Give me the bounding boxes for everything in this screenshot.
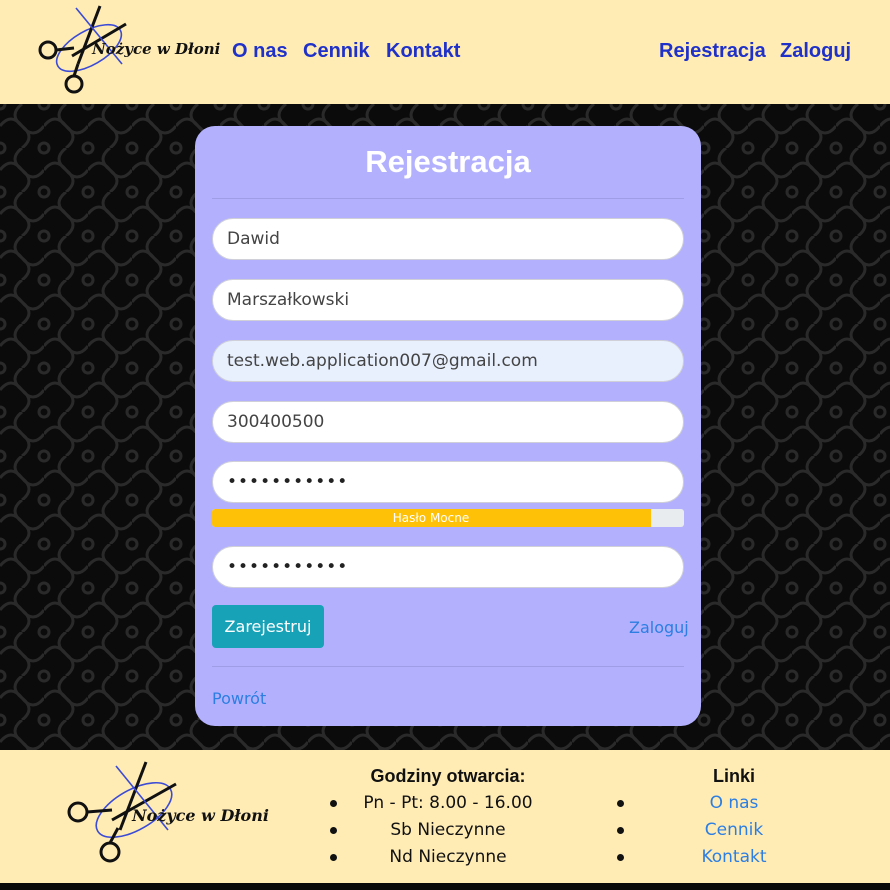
- nav-link-zaloguj[interactable]: Zaloguj: [780, 40, 851, 63]
- login-link[interactable]: Zaloguj: [629, 618, 689, 637]
- header-logo-text: Nożyce w Dłoni: [92, 40, 221, 58]
- footer-bottom-strip: [0, 883, 890, 890]
- footer-logo-text: Nożyce w Dłoni: [132, 806, 269, 825]
- links-heading: Linki: [712, 766, 755, 786]
- nav-link-kontakt[interactable]: Kontakt: [386, 40, 460, 63]
- footer-link-o-nas[interactable]: O nas: [684, 793, 784, 813]
- hours-item: Nd Nieczynne: [389, 847, 507, 867]
- form-title: Rejestracja: [365, 144, 531, 179]
- bullet: [617, 827, 624, 834]
- footer-link-cennik[interactable]: Cennik: [684, 820, 784, 840]
- site-header: Nożyce w Dłoni O nas Cennik Kontakt Reje…: [0, 0, 890, 104]
- password-strength-label: Hasło Mocne: [392, 511, 470, 525]
- phone-input[interactable]: [212, 401, 684, 443]
- hours-item: Sb Nieczynne: [390, 820, 506, 840]
- register-button[interactable]: Zarejestruj: [212, 605, 324, 648]
- password-input[interactable]: [212, 461, 684, 503]
- title-divider: [212, 198, 684, 199]
- first-name-input[interactable]: [212, 218, 684, 260]
- bullet: [617, 854, 624, 861]
- hours-heading: Godziny otwarcia:: [370, 766, 526, 786]
- actions-divider: [212, 666, 684, 667]
- back-link[interactable]: Powrót: [212, 689, 266, 708]
- email-input[interactable]: [212, 340, 684, 382]
- nav-link-o-nas[interactable]: O nas: [232, 40, 288, 63]
- bullet: [330, 854, 337, 861]
- password-confirm-input[interactable]: [212, 546, 684, 588]
- nav-link-rejestracja[interactable]: Rejestracja: [659, 40, 766, 63]
- bullet: [617, 800, 624, 807]
- password-strength-bar: Hasło Mocne: [212, 509, 684, 527]
- last-name-input[interactable]: [212, 279, 684, 321]
- nav-link-cennik[interactable]: Cennik: [303, 40, 370, 63]
- footer-link-kontakt[interactable]: Kontakt: [684, 847, 784, 867]
- bullet: [330, 827, 337, 834]
- bullet: [330, 800, 337, 807]
- hours-item: Pn - Pt: 8.00 - 16.00: [363, 793, 533, 813]
